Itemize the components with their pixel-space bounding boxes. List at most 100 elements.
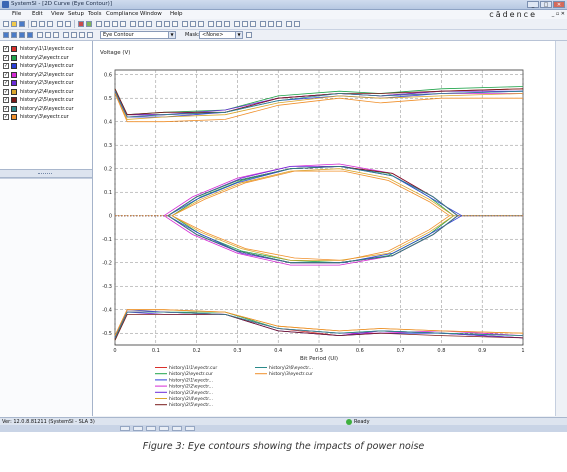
pan-left-icon[interactable] xyxy=(3,32,9,38)
menu-help[interactable]: Help xyxy=(170,11,183,17)
trace-row[interactable]: ✓ history\2\2\eyectr.cur xyxy=(1,71,91,79)
tool-icon-1[interactable] xyxy=(96,21,102,27)
view-type-select[interactable]: Eye Contour ▼ xyxy=(100,31,176,39)
tool-icon-24[interactable] xyxy=(294,21,300,27)
mask-select[interactable]: <None> ▼ xyxy=(199,31,243,39)
menu-edit[interactable]: Edit xyxy=(32,11,43,17)
tool-icon-16[interactable] xyxy=(224,21,230,27)
zoom-in-icon[interactable] xyxy=(45,32,51,38)
tool-icon-22[interactable] xyxy=(276,21,282,27)
legend-label: history\2\1\eyectr... xyxy=(169,377,213,383)
menu-tools[interactable]: Tools xyxy=(88,11,102,17)
redo-icon[interactable] xyxy=(65,21,71,27)
tool-icon-17[interactable] xyxy=(234,21,240,27)
taskbar-button[interactable] xyxy=(120,426,130,431)
eye-contour-chart[interactable]: 0 0.1 0.2 0.3 0.4 0.5 0.6 0.7 0.8 0.9 1 0.6 0.5 0.4 0.… xyxy=(93,41,555,416)
menu-file[interactable]: File xyxy=(12,11,21,17)
tool-icon-23[interactable] xyxy=(286,21,292,27)
save-icon[interactable] xyxy=(19,21,25,27)
taskbar-button[interactable] xyxy=(159,426,169,431)
trace-row[interactable]: ✓ history\2\1\eyectr.cur xyxy=(1,62,91,70)
maximize-button[interactable]: □ xyxy=(540,1,552,8)
chevron-down-icon[interactable]: ▼ xyxy=(168,32,175,38)
plot-area[interactable]: 0 0.1 0.2 0.3 0.4 0.5 0.6 0.7 0.8 0.9 1 0.6 0.5 0.4 0.… xyxy=(93,41,555,416)
mdi-controls[interactable]: _ ▫ ✕ xyxy=(552,11,565,17)
chevron-down-icon[interactable]: ▼ xyxy=(235,32,242,38)
right-pane-edge xyxy=(555,41,567,416)
taskbar-button[interactable] xyxy=(185,426,195,431)
grid-icon[interactable] xyxy=(79,32,85,38)
tool-icon-13[interactable] xyxy=(198,21,204,27)
tool-icon-18[interactable] xyxy=(242,21,248,27)
tool-icon-14[interactable] xyxy=(208,21,214,27)
pan-right-icon[interactable] xyxy=(11,32,17,38)
open-folder-icon[interactable] xyxy=(11,21,17,27)
trace-color-swatch[interactable] xyxy=(11,80,17,86)
trace-checkbox[interactable]: ✓ xyxy=(3,63,9,69)
trace-checkbox[interactable]: ✓ xyxy=(3,71,9,78)
menu-compliance[interactable]: Compliance xyxy=(106,11,138,17)
pan-down-icon[interactable] xyxy=(19,32,25,38)
trace-checkbox[interactable]: ✓ xyxy=(3,80,9,86)
trace-color-swatch[interactable] xyxy=(11,54,17,61)
tool-icon-7[interactable] xyxy=(146,21,152,27)
tool-icon-4[interactable] xyxy=(120,21,126,27)
menu-window[interactable]: Window xyxy=(140,11,162,17)
trace-color-swatch[interactable] xyxy=(11,71,17,78)
trace-row[interactable]: ✓ history\2\4\eyectr.cur xyxy=(1,88,91,96)
trace-row[interactable]: ✓ history\2\3\eyectr.cur xyxy=(1,79,91,87)
trace-checkbox[interactable]: ✓ xyxy=(3,114,9,120)
cursor-icon[interactable] xyxy=(63,32,69,38)
trace-checkbox[interactable]: ✓ xyxy=(3,54,9,61)
close-button[interactable]: ✕ xyxy=(553,1,565,8)
tool-icon-8[interactable] xyxy=(156,21,162,27)
undo-icon[interactable] xyxy=(57,21,63,27)
trace-color-swatch[interactable] xyxy=(11,63,17,69)
zoom-out-icon[interactable] xyxy=(53,32,59,38)
copy-icon[interactable] xyxy=(39,21,45,27)
tool-icon-19[interactable] xyxy=(250,21,256,27)
trace-row[interactable]: ✓ history\2\6\eyectr.cur xyxy=(1,105,91,113)
tool-icon-2[interactable] xyxy=(104,21,110,27)
menu-view[interactable]: View xyxy=(51,11,64,17)
trace-checkbox[interactable]: ✓ xyxy=(3,88,9,95)
run-icon[interactable] xyxy=(86,21,92,27)
trace-color-swatch[interactable] xyxy=(11,88,17,95)
trace-row[interactable]: ✓ history\2\eyectr.cur xyxy=(1,54,91,62)
tool-icon-9[interactable] xyxy=(164,21,170,27)
stop-icon[interactable] xyxy=(78,21,84,27)
settings-icon[interactable] xyxy=(87,32,93,38)
taskbar-button[interactable] xyxy=(172,426,182,431)
trace-row[interactable]: ✓ history\2\5\eyectr.cur xyxy=(1,96,91,104)
pan-up-icon[interactable] xyxy=(27,32,33,38)
mask-edit-icon[interactable] xyxy=(246,32,252,38)
minimize-button[interactable]: _ xyxy=(527,1,539,8)
paste-icon[interactable] xyxy=(47,21,53,27)
tool-icon-21[interactable] xyxy=(268,21,274,27)
trace-checkbox[interactable]: ✓ xyxy=(3,97,9,103)
cut-icon[interactable] xyxy=(31,21,37,27)
new-file-icon[interactable] xyxy=(3,21,9,27)
tool-icon-6[interactable] xyxy=(138,21,144,27)
marker-icon[interactable] xyxy=(71,32,77,38)
tool-icon-11[interactable] xyxy=(182,21,188,27)
taskbar-button[interactable] xyxy=(133,426,143,431)
trace-row[interactable]: ✓ history\1\1\eyectr.cur xyxy=(1,45,91,53)
menu-setup[interactable]: Setup xyxy=(68,11,84,17)
tool-icon-10[interactable] xyxy=(172,21,178,27)
trace-checkbox[interactable]: ✓ xyxy=(3,105,9,112)
trace-color-swatch[interactable] xyxy=(11,46,17,52)
tool-icon-12[interactable] xyxy=(190,21,196,27)
trace-checkbox[interactable]: ✓ xyxy=(3,46,9,52)
panel-splitter[interactable] xyxy=(0,169,92,178)
taskbar-button[interactable] xyxy=(146,426,156,431)
trace-color-swatch[interactable] xyxy=(11,105,17,112)
tool-icon-5[interactable] xyxy=(130,21,136,27)
zoom-fit-icon[interactable] xyxy=(37,32,43,38)
tool-icon-15[interactable] xyxy=(216,21,222,27)
trace-row[interactable]: ✓ history\3\eyectr.cur xyxy=(1,113,91,121)
tool-icon-3[interactable] xyxy=(112,21,118,27)
trace-color-swatch[interactable] xyxy=(11,114,17,120)
tool-icon-20[interactable] xyxy=(260,21,266,27)
trace-color-swatch[interactable] xyxy=(11,97,17,103)
